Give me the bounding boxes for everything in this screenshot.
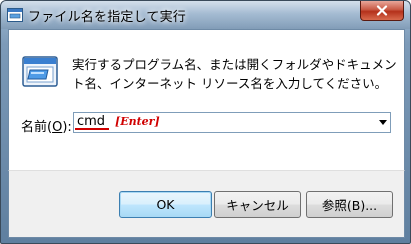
name-label-suffix: ): — [62, 120, 72, 135]
instruction-text: 実行するプログラム名、または開くフォルダやドキュメント名、インターネット リソー… — [72, 57, 397, 91]
window-title: ファイル名を指定して実行 — [28, 10, 187, 25]
ok-button[interactable]: OK — [119, 191, 212, 218]
name-input[interactable]: cmd — [77, 114, 105, 129]
run-app-icon — [7, 7, 23, 22]
cancel-button[interactable]: キャンセル — [214, 191, 301, 218]
chevron-down-icon[interactable] — [379, 120, 387, 125]
close-button[interactable] — [360, 1, 404, 21]
run-dialog-icon — [21, 53, 59, 91]
name-combobox[interactable]: cmd [Enter] — [73, 112, 391, 133]
run-dialog-window: ファイル名を指定して実行 実行するプログラム名、または開くフォルダやドキュメント… — [0, 0, 411, 244]
title-bar[interactable]: ファイル名を指定して実行 — [1, 1, 410, 29]
name-label-prefix: 名前( — [21, 120, 53, 135]
enter-annotation: [Enter] — [115, 115, 160, 128]
name-field-label: 名前(O): — [21, 116, 72, 135]
close-icon — [376, 5, 388, 16]
dialog-body: 実行するプログラム名、または開くフォルダやドキュメント名、インターネット リソー… — [8, 29, 405, 171]
browse-button[interactable]: 参照(B)... — [306, 191, 393, 218]
input-annotation-underline — [75, 128, 109, 130]
button-bar: OK キャンセル 参照(B)... — [8, 170, 405, 238]
name-label-accel: O — [52, 120, 63, 135]
